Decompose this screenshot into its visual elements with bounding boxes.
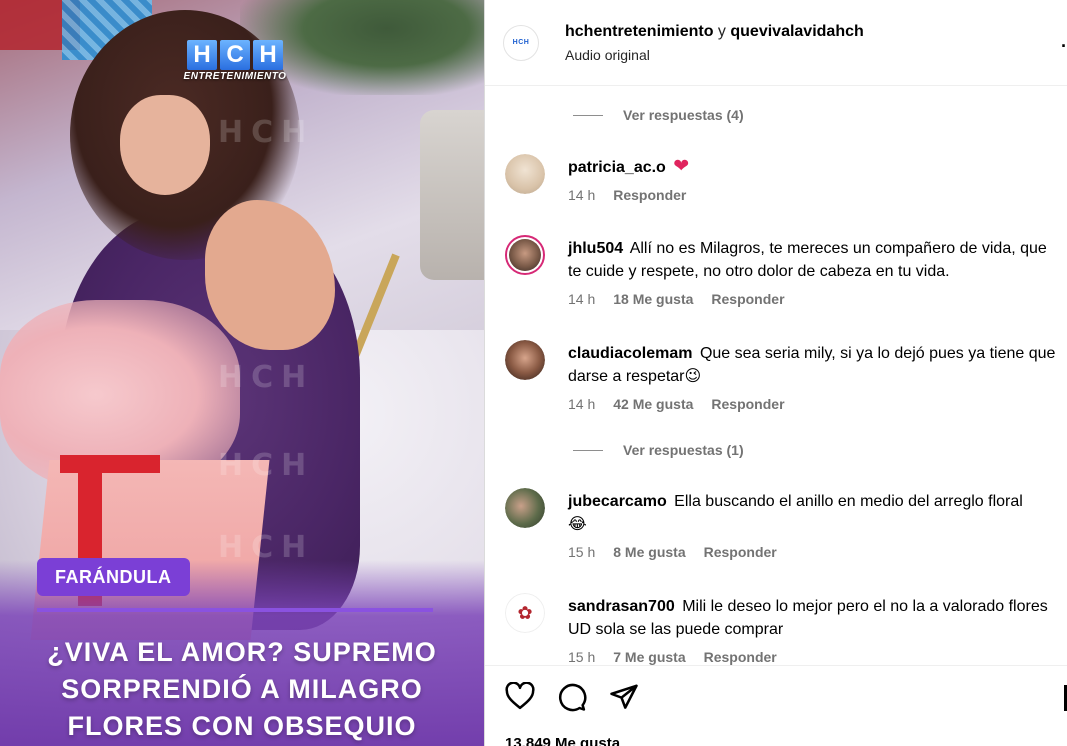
comment-time[interactable]: 14 h [568,291,595,307]
comment-item: patricia_ac.o ❤ 14 h Responder [501,154,1061,203]
logo-letter: C [220,40,250,70]
replies-dash [573,449,603,451]
comment-username[interactable]: jubecarcamo [568,493,667,510]
comment-likes[interactable]: 42 Me gusta [613,396,693,412]
avatar-logo-text: HCH [512,39,530,46]
comments-panel: HCH hchentretenimiento y quevivalavidahc… [484,0,1067,746]
comment-likes[interactable]: 18 Me gusta [613,291,693,307]
chair [420,110,484,280]
headline-line: FLORES CON OBSEQUIO [67,711,417,741]
red-ribbon [60,455,160,473]
commenter-avatar[interactable] [505,488,545,528]
wink-emoji-icon: 😉 [684,368,702,385]
post-media[interactable]: HCH HCH HCH HCH H C H ENTRETENIMIENTO FA… [0,0,484,746]
tag-underline [37,608,433,612]
comment-time[interactable]: 14 h [568,187,595,203]
reply-button[interactable]: Responder [704,544,777,560]
headline-line: ¿VIVA EL AMOR? SUPREMO [47,637,437,667]
logo-letter: H [187,40,217,70]
logo-subtitle: ENTRETENIMIENTO [183,71,287,82]
comment-username[interactable]: claudiacolemam [568,345,693,362]
view-replies-label: Ver respuestas (4) [623,107,744,123]
video-headline: ¿VIVA EL AMOR? SUPREMO SORPRENDIÓ A MILA… [0,634,484,745]
logo-letter: H [253,40,283,70]
comment-text: Allí no es Milagros, te mereces un compa… [568,240,1047,280]
comment-item: ✿ sandrasan700 Mili le deseo lo mejor pe… [501,593,1061,665]
post-actions-bar: 13.849 Me gusta [485,665,1067,746]
comment-username[interactable]: jhlu504 [568,240,623,257]
instagram-post-view: HCH HCH HCH HCH H C H ENTRETENIMIENTO FA… [0,0,1067,746]
view-replies-button[interactable]: Ver respuestas (1) [573,442,744,458]
watermark: HCH [218,448,315,483]
comment-likes[interactable]: 7 Me gusta [613,649,685,665]
hch-logo: H C H ENTRETENIMIENTO [182,40,288,90]
author-avatar[interactable]: HCH [503,24,539,61]
category-tag: FARÁNDULA [37,558,190,596]
heart-icon[interactable] [505,682,535,712]
commenter-avatar[interactable]: ✿ [505,593,545,633]
reply-button[interactable]: Responder [704,649,777,665]
heart-emoji-icon: ❤ [673,156,690,177]
view-replies-label: Ver respuestas (1) [623,442,744,458]
headline-line: SORPRENDIÓ A MILAGRO [61,674,423,704]
comment-item: jhlu504 Allí no es Milagros, te mereces … [501,235,1061,307]
comment-item: claudiacolemam Que sea seria mily, si ya… [501,340,1061,412]
comment-username[interactable]: patricia_ac.o [568,159,666,176]
watermark: HCH [218,360,315,395]
commenter-avatar[interactable] [505,340,545,380]
comment-icon[interactable] [557,682,587,712]
comment-likes[interactable]: 8 Me gusta [613,544,685,560]
woman-arm [205,200,335,350]
comment-username[interactable]: sandrasan700 [568,598,675,615]
likes-count[interactable]: 13.849 Me gusta [505,735,620,746]
comment-time[interactable]: 15 h [568,544,595,560]
comment-text: Ella buscando el anillo en medio del arr… [674,493,1023,510]
reply-button[interactable]: Responder [711,291,784,307]
comment-time[interactable]: 15 h [568,649,595,665]
more-options-icon[interactable]: · [1061,36,1067,57]
view-replies-button[interactable]: Ver respuestas (4) [573,107,744,123]
share-icon[interactable] [609,682,639,712]
audio-link[interactable]: Audio original [565,47,864,63]
reply-button[interactable]: Responder [711,396,784,412]
woman-face [120,95,210,195]
post-header: HCH hchentretenimiento y quevivalavidahc… [485,0,1067,86]
collab-conjunction: y [717,22,726,40]
commenter-avatar[interactable] [505,154,545,194]
comment-item: jubecarcamo Ella buscando el anillo en m… [501,488,1061,560]
laughing-emoji-icon: 😂 [568,516,587,533]
reply-button[interactable]: Responder [613,187,686,203]
watermark: HCH [218,115,315,150]
collab-username[interactable]: quevivalavidahch [730,23,863,40]
replies-dash [573,114,603,116]
commenter-avatar[interactable] [505,235,545,275]
comments-list[interactable]: Ver respuestas (4) patricia_ac.o ❤ 14 h … [485,87,1067,665]
author-username[interactable]: hchentretenimiento [565,23,713,40]
comment-time[interactable]: 14 h [568,396,595,412]
